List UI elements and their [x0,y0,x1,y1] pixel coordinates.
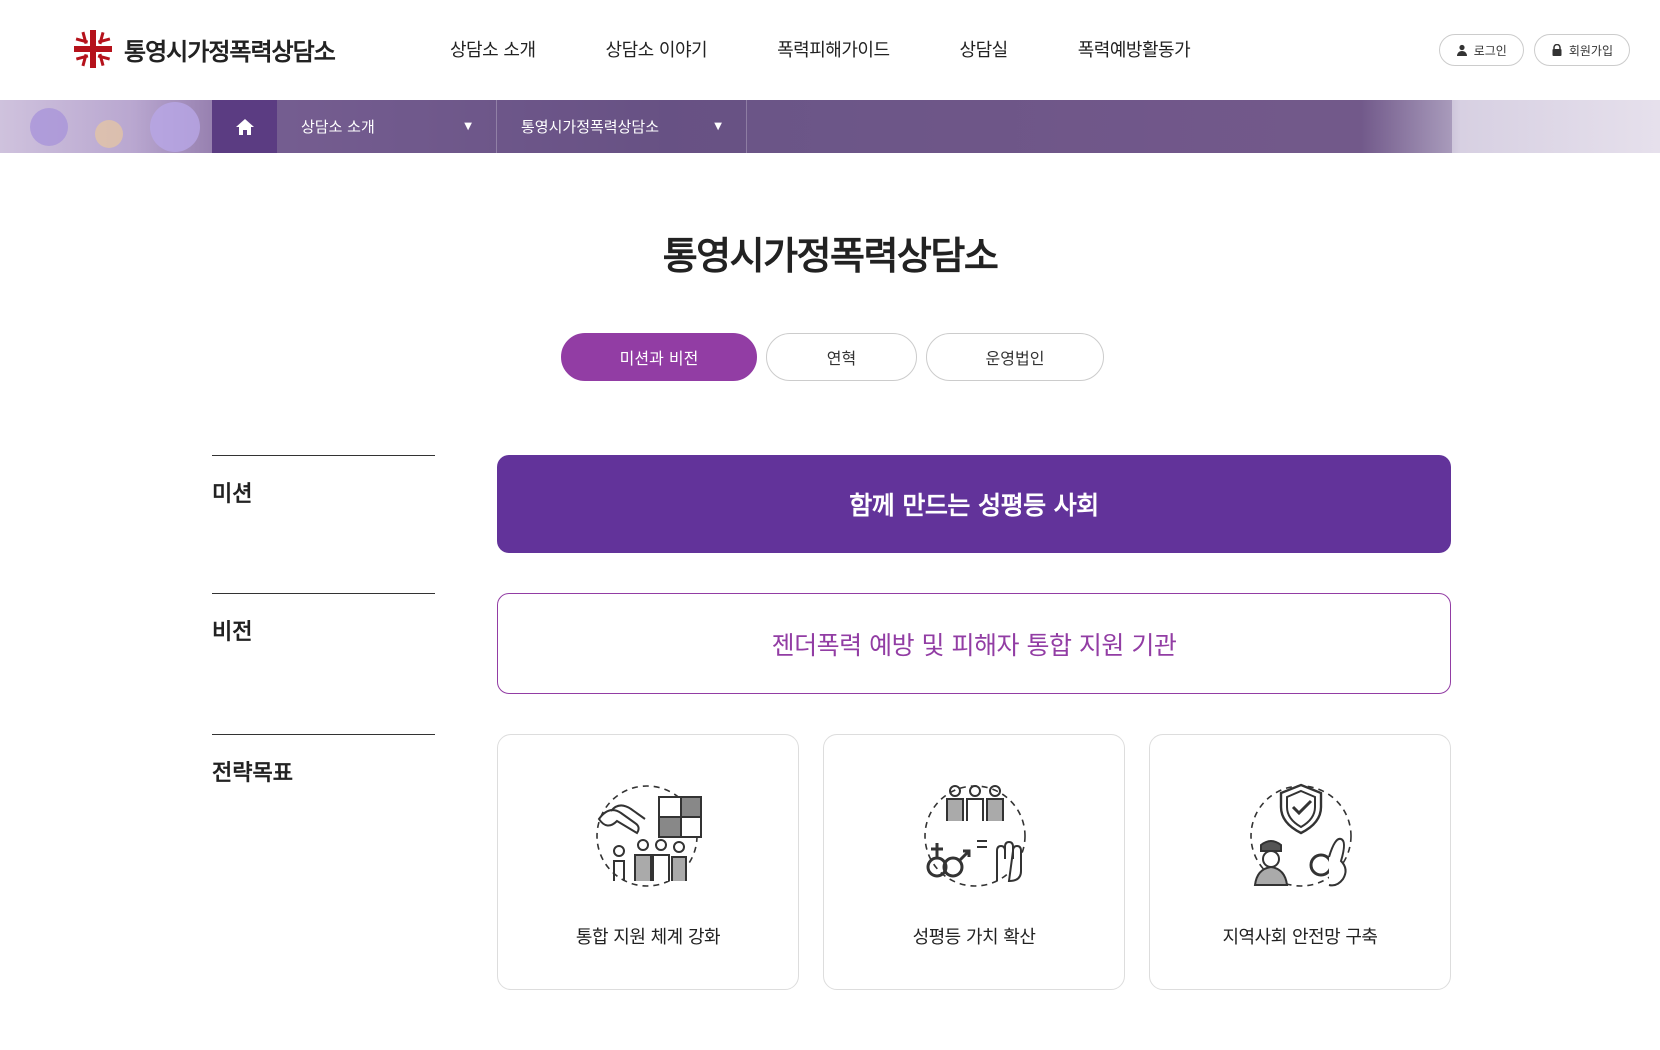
breadcrumb-home[interactable] [212,100,277,153]
content-tabs: 미션과 비전 연혁 운영법인 [561,333,1104,381]
breadcrumb-level2-dropdown[interactable]: 통영시가정폭력상담소 ▼ [497,100,747,153]
nav-item-about[interactable]: 상담소 소개 [450,36,536,62]
caritas-cross-icon [74,30,112,68]
nav-item-guide[interactable]: 폭력피해가이드 [777,36,890,62]
breadcrumb-level1-dropdown[interactable]: 상담소 소개 ▼ [277,100,497,153]
breadcrumb-level1-label: 상담소 소개 [301,118,375,136]
breadcrumb-level2-label: 통영시가정폭력상담소 [521,118,660,136]
tab-history[interactable]: 연혁 [766,333,917,381]
join-button[interactable]: 회원가입 [1533,34,1630,66]
login-label: 로그인 [1473,43,1507,58]
site-logo[interactable]: 통영시가정폭력상담소 [72,28,336,70]
goal-card: 통합 지원 체계 강화 [497,734,799,990]
header: 통영시가정폭력상담소 상담소 소개 상담소 이야기 폭력피해가이드 상담실 폭력… [0,0,1660,100]
caret-down-icon: ▼ [464,121,472,132]
nav-item-activists[interactable]: 폭력예방활동가 [1078,36,1191,62]
goal-card: 지역사회 안전망 구축 [1149,734,1451,990]
breadcrumb-filler [747,100,1452,153]
goal-caption: 지역사회 안전망 구축 [1222,927,1378,948]
mission-statement: 함께 만드는 성평등 사회 [497,455,1451,553]
site-name: 통영시가정폭력상담소 [124,37,336,66]
caret-down-icon: ▼ [714,121,722,132]
flower-decoration [95,120,123,148]
tab-mission-vision[interactable]: 미션과 비전 [561,333,757,381]
flower-decoration [30,108,68,146]
main-nav: 상담소 소개 상담소 이야기 폭력피해가이드 상담실 폭력예방활동가 [450,36,1260,62]
page-title: 통영시가정폭력상담소 [662,234,999,278]
vision-statement: 젠더폭력 예방 및 피해자 통합 지원 기관 [497,593,1451,694]
flower-decoration [150,102,200,152]
breadcrumb: 상담소 소개 ▼ 통영시가정폭력상담소 ▼ [212,100,1452,153]
join-label: 회원가입 [1568,43,1613,58]
sub-visual-bar: 상담소 소개 ▼ 통영시가정폭력상담소 ▼ [0,100,1660,153]
goals-label: 전략목표 [212,734,435,787]
home-icon [235,118,254,135]
collaboration-puzzle-icon [596,785,702,887]
tab-foundation[interactable]: 운영법인 [926,333,1104,381]
vision-label: 비전 [212,593,435,646]
goal-card: 성평등 가치 확산 [823,734,1125,990]
login-button[interactable]: 로그인 [1438,34,1524,66]
nav-item-counseling[interactable]: 상담실 [960,36,1009,62]
safety-shield-icon [1250,783,1352,887]
lock-icon [1552,44,1562,56]
goal-caption: 성평등 가치 확산 [912,927,1036,948]
nav-item-stories[interactable]: 상담소 이야기 [606,36,708,62]
gender-equality-icon [924,785,1026,887]
mission-label: 미션 [212,455,435,508]
utility-menu: 로그인 회원가입 [1438,34,1630,66]
user-icon [1456,44,1467,56]
goal-caption: 통합 지원 체계 강화 [575,927,721,948]
